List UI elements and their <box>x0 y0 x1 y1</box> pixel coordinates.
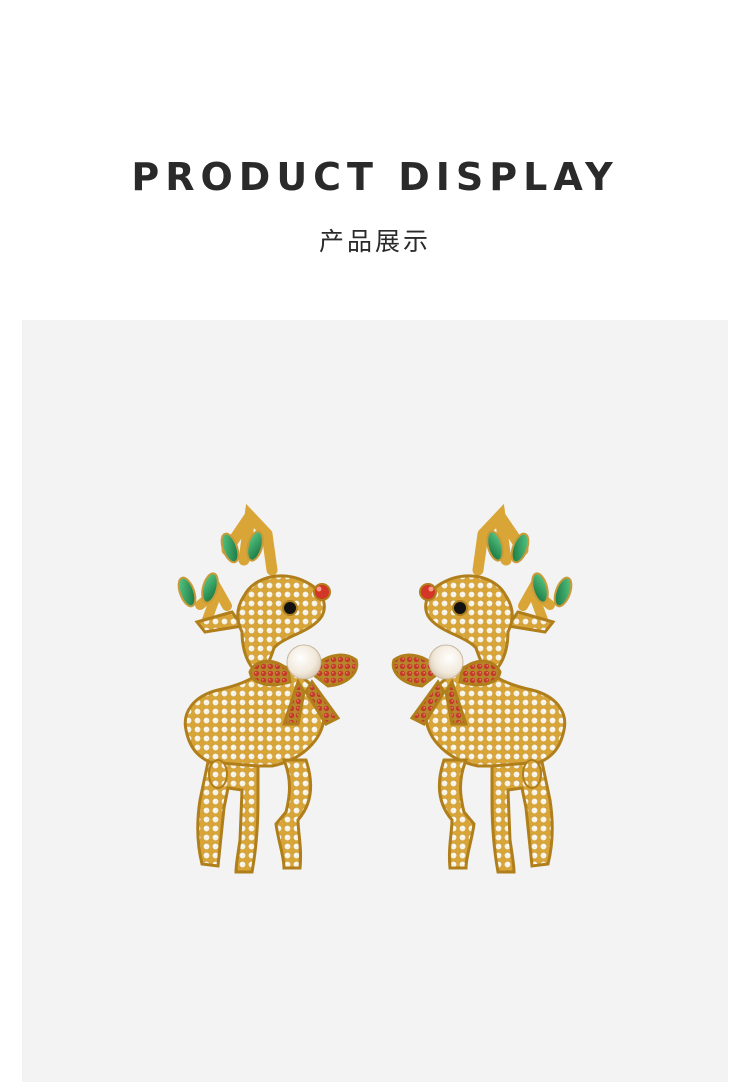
product-photo <box>22 320 728 1082</box>
page-title: PRODUCT DISPLAY <box>131 155 619 199</box>
page-subtitle: 产品展示 <box>318 227 431 256</box>
